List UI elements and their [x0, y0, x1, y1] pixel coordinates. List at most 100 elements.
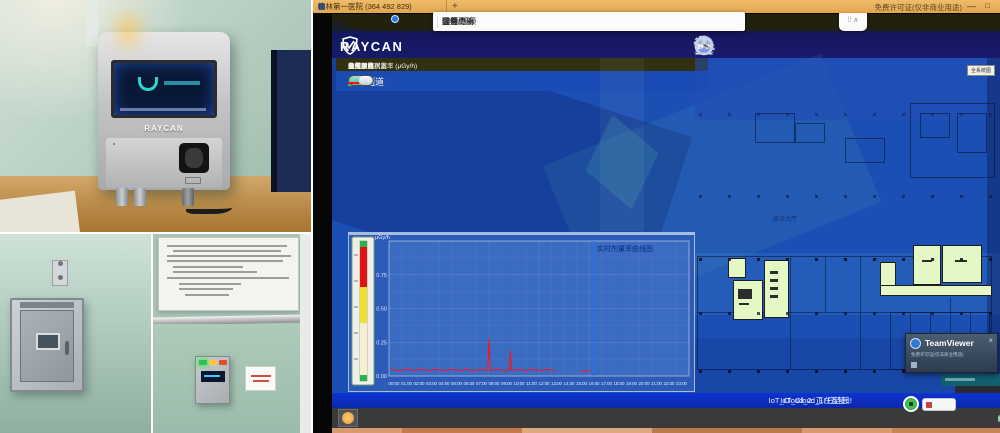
wall-sign	[245, 366, 276, 391]
wall-corner	[300, 234, 311, 433]
notice-board	[158, 237, 299, 311]
screenshot-root: RAYCAN	[0, 0, 1000, 433]
plan-column-dot	[815, 312, 818, 315]
app-header-icons	[692, 32, 992, 58]
plan-column-dot	[757, 370, 760, 373]
tray-flyout-shadow	[955, 386, 1000, 393]
remote-taskbar: e X ▤ ENG 16:09 2015/5/26	[332, 408, 1000, 428]
plan-column-dot	[873, 370, 876, 373]
dose-rate-alarm-unit	[195, 356, 230, 404]
plan-column-dot	[902, 195, 905, 198]
y-axis-unit: μGy/h	[375, 235, 390, 241]
window-bottom-border	[332, 428, 1000, 433]
plan-column-dot	[844, 195, 847, 198]
y-tick-label: 0.50	[376, 307, 387, 313]
x-tick-label: 18:00	[614, 381, 626, 386]
plan-column-dot	[815, 258, 818, 261]
popup-title: TeamViewer	[925, 338, 974, 348]
pass-box-handle	[65, 341, 69, 355]
highlighted-room[interactable]	[880, 262, 896, 286]
terminal-screen	[111, 60, 217, 118]
highlighted-corridor[interactable]	[880, 285, 992, 296]
x-tick-label: 08:00	[489, 381, 501, 386]
plan-column-dot	[873, 258, 876, 261]
tray-quick-panel[interactable]	[922, 398, 956, 411]
plan-column-dot	[902, 312, 905, 315]
terminal-brand-label: RAYCAN	[98, 124, 230, 133]
screen-text-line	[164, 81, 200, 85]
x-tick-label: 20:00	[639, 381, 651, 386]
plan-column-dot	[989, 258, 992, 261]
teamviewer-tray-badge[interactable]	[903, 396, 919, 412]
teamviewer-overlay-icon	[391, 15, 399, 23]
plan-column-dot	[757, 195, 760, 198]
curve-color-swatch	[348, 82, 359, 84]
x-tick-label: 06:00	[464, 381, 476, 386]
plan-column-dot	[960, 113, 963, 116]
wall-unit	[52, 260, 68, 286]
alarm-unit-display	[201, 371, 225, 382]
teamviewer-popup: TeamViewer × 免费许可证(仅非商业用途)	[905, 333, 998, 373]
plan-column-dot	[931, 258, 934, 261]
screen-logo-icon	[138, 77, 158, 91]
toolbar-grip[interactable]: ⁞⁞ ∧	[839, 13, 867, 31]
monitor-table-rows: 6加速...制室0.08离线离线7加速器室0.10离线离线8热室0.08离线离线…	[336, 71, 708, 231]
tray-app-icon[interactable]	[338, 409, 358, 427]
column-header: 曲线颜色	[348, 60, 386, 70]
table-column-highlight	[600, 58, 644, 231]
session-tab[interactable]: 榆林第一医院 (364 492 829) ×	[315, 0, 447, 13]
photo-notice-board	[153, 234, 311, 433]
x-tick-label: 23:00	[676, 381, 688, 386]
x-tick-label: 01:00	[401, 381, 413, 386]
plan-column-dot	[844, 258, 847, 261]
tab-close-icon[interactable]: ×	[318, 2, 323, 11]
popup-close-icon[interactable]: ×	[988, 336, 993, 345]
popup-sub-bar	[941, 374, 1000, 386]
dose-rate-chart: 0.000.250.500.75 00:0001:0002:0003:0004:…	[348, 232, 695, 392]
plan-column-dot	[786, 370, 789, 373]
plan-column-dot	[757, 113, 760, 116]
table-row[interactable]: 156病人通道0.06在线正常	[336, 71, 708, 91]
plan-column-dot	[815, 195, 818, 198]
plan-column-dot	[728, 113, 731, 116]
new-tab-button[interactable]: +	[452, 1, 458, 12]
plan-column-dot	[960, 258, 963, 261]
card-slot	[185, 177, 201, 184]
x-tick-label: 19:00	[626, 381, 638, 386]
plan-column-dot	[844, 312, 847, 315]
power-icon[interactable]	[692, 33, 716, 57]
minimize-button[interactable]: —	[967, 1, 976, 11]
maximize-button[interactable]: □	[985, 1, 990, 10]
x-tick-label: 13:00	[551, 381, 563, 386]
plan-column-dot	[902, 113, 905, 116]
highlighted-room[interactable]	[942, 245, 982, 283]
x-tick-label: 16:00	[589, 381, 601, 386]
face-recognition-terminal: RAYCAN	[98, 24, 230, 196]
highlighted-room[interactable]	[728, 258, 746, 278]
app-status-bar: IoT_Cloud_1: 已连接! IoT_Cloud_2: 正在连接...	[332, 393, 1000, 408]
terminal-lower-panel	[106, 138, 222, 188]
x-tick-label: 12:00	[539, 381, 551, 386]
plan-column-dot	[960, 195, 963, 198]
y-tick-label: 0.00	[376, 374, 387, 380]
plan-column-dot	[699, 258, 702, 261]
license-note: 免费许可证(仅非商业用途)	[875, 2, 963, 13]
plan-column-dot	[815, 370, 818, 373]
popup-note: 免费许可证(仅非商业用途)	[911, 352, 964, 358]
plan-column-dot	[989, 195, 992, 198]
alarm-light-yellow	[209, 360, 217, 365]
plan-column-dot	[873, 312, 876, 315]
pass-box-window	[36, 333, 60, 350]
cables	[116, 188, 212, 218]
plan-column-dot	[757, 312, 760, 315]
highlighted-room[interactable]	[764, 260, 789, 318]
photo-access-terminal: RAYCAN	[0, 0, 311, 232]
plan-view-button[interactable]: 全系统图	[967, 65, 995, 76]
plan-column-dot	[931, 195, 934, 198]
x-tick-label: 03:00	[426, 381, 438, 386]
numeric-keypad	[113, 143, 171, 183]
x-tick-label: 04:00	[439, 381, 451, 386]
teamviewer-toolbar: ✕ ⚡动作▾▦▾◎查看▾♫音频/视频▾🗀文件传输▾⚙其他▾↧远程更新	[433, 12, 745, 31]
plan-column-dot	[699, 312, 702, 315]
highlighted-room[interactable]	[913, 245, 941, 285]
